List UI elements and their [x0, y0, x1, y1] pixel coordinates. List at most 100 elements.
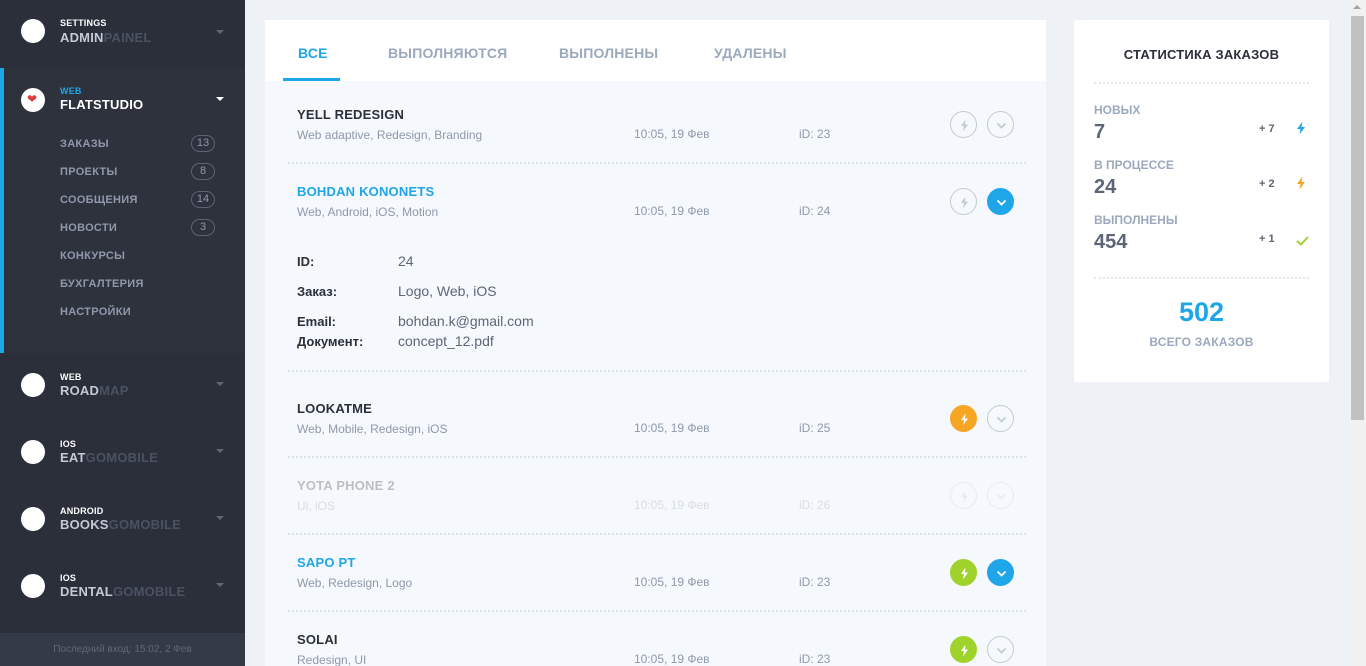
stat-in-progress-label: В ПРОЦЕССЕ — [1094, 158, 1174, 172]
tab-all[interactable]: ВСЕ — [298, 45, 328, 61]
tabs-bar: ВСЕ ВЫПОЛНЯЮТСЯ ВЫПОЛНЕНЫ УДАЛЕНЫ — [265, 20, 1046, 81]
project-name: EATGOMOBILE — [60, 450, 159, 465]
chevron-down-icon[interactable] — [987, 636, 1014, 663]
sidebar-item-orders[interactable]: ЗАКАЗЫ — [60, 138, 109, 150]
stats-divider — [1094, 82, 1309, 84]
project-name: ROADMAP — [60, 383, 129, 398]
project-avatar — [21, 19, 45, 43]
sidebar-item-contests[interactable]: КОНКУРСЫ — [60, 250, 125, 262]
chevron-down-icon[interactable] — [987, 405, 1014, 432]
stat-new-label: НОВЫХ — [1094, 103, 1141, 117]
order-title: YOTA PHONE 2 — [297, 478, 395, 493]
stat-in-progress-delta: + 2 — [1259, 178, 1275, 190]
order-tags: Redesign, UI — [297, 653, 367, 666]
stat-new-value: 7 — [1094, 121, 1106, 143]
order-time: 10:05, 19 Фев — [634, 204, 710, 218]
news-count-badge: 3 — [191, 219, 215, 236]
chevron-down-icon[interactable] — [987, 188, 1014, 215]
detail-id-value: 24 — [398, 253, 414, 269]
chevron-down-icon — [216, 97, 224, 101]
sidebar-item-projects[interactable]: ПРОЕКТЫ — [60, 166, 118, 178]
sidebar-item-news[interactable]: НОВОСТИ — [60, 222, 117, 234]
order-tags: Web, Mobile, Redesign, iOS — [297, 422, 448, 436]
order-id: iD: 23 — [799, 652, 831, 666]
sidebar-item-accounting[interactable]: БУХГАЛТЕРИЯ — [60, 278, 144, 290]
row-divider — [288, 456, 1026, 458]
project-eatgomobile[interactable]: IOS EATGOMOBILE — [0, 433, 245, 473]
stat-completed-delta: + 1 — [1259, 233, 1275, 245]
order-title: LOOKATME — [297, 401, 373, 416]
bolt-icon — [1296, 176, 1306, 195]
chevron-down-icon[interactable] — [987, 559, 1014, 586]
tab-deleted[interactable]: УДАЛЕНЫ — [714, 45, 787, 61]
project-booksgomobile[interactable]: ANDROID BOOKSGOMOBILE — [0, 500, 245, 540]
order-tags: Web, Redesign, Logo — [297, 576, 413, 590]
order-time: 10:05, 19 Фев — [634, 421, 710, 435]
stat-completed-label: ВЫПОЛНЕНЫ — [1094, 213, 1178, 227]
project-admin-painel[interactable]: SETTINGS ADMINPAINEL — [0, 14, 245, 54]
bolt-icon[interactable] — [950, 559, 977, 586]
row-divider — [288, 370, 1026, 372]
chevron-down-icon — [216, 583, 224, 587]
scroll-up-arrow-icon[interactable] — [1353, 5, 1361, 9]
project-avatar — [21, 507, 45, 531]
project-name: ADMINPAINEL — [60, 30, 152, 45]
sidebar-item-messages[interactable]: СООБЩЕНИЯ — [60, 194, 138, 206]
total-orders-value: 502 — [1178, 297, 1225, 327]
messages-count-badge: 14 — [191, 191, 215, 208]
chevron-down-icon[interactable] — [987, 482, 1014, 509]
orders-count-badge: 13 — [191, 135, 215, 152]
project-name: FLATSTUDIO — [60, 97, 144, 112]
stats-divider — [1094, 277, 1309, 279]
order-id: iD: 24 — [799, 204, 831, 218]
stat-new-delta: + 7 — [1259, 123, 1275, 135]
project-avatar — [21, 373, 45, 397]
project-category: IOS — [60, 439, 77, 449]
heart-icon: ❤ — [27, 92, 38, 106]
order-stats-card: СТАТИСТИКА ЗАКАЗОВ НОВЫХ 7 + 7 В ПРОЦЕСС… — [1074, 20, 1329, 382]
bolt-icon[interactable] — [950, 111, 977, 138]
chevron-down-icon[interactable] — [987, 111, 1014, 138]
order-time: 10:05, 19 Фев — [634, 498, 710, 512]
project-category: SETTINGS — [60, 18, 107, 28]
scrollbar-thumb[interactable] — [1351, 16, 1364, 420]
detail-email-label: Email: — [297, 314, 337, 329]
detail-email-value[interactable]: bohdan.k@gmail.com — [398, 313, 534, 329]
bolt-icon[interactable] — [950, 405, 977, 432]
project-roadmap[interactable]: WEB ROADMAP — [0, 366, 245, 406]
project-dentalgomobile[interactable]: IOS DENTALGOMOBILE — [0, 567, 245, 607]
bolt-icon[interactable] — [950, 482, 977, 509]
stat-in-progress-value: 24 — [1094, 176, 1117, 198]
page-scrollbar[interactable] — [1349, 0, 1366, 666]
bolt-icon[interactable] — [950, 636, 977, 663]
order-id: iD: 25 — [799, 421, 831, 435]
order-time: 10:05, 19 Фев — [634, 127, 710, 141]
order-time: 10:05, 19 Фев — [634, 652, 710, 666]
detail-document-value[interactable]: concept_12.pdf — [398, 333, 494, 349]
order-tags: Web adaptive, Redesign, Branding — [297, 128, 483, 142]
sidebar: SETTINGS ADMINPAINEL WEB FLATSTUDIO ❤ ЗА… — [0, 0, 245, 666]
sidebar-item-settings[interactable]: НАСТРОЙКИ — [60, 306, 131, 318]
check-icon — [1296, 233, 1309, 251]
tab-in-progress[interactable]: ВЫПОЛНЯЮТСЯ — [388, 45, 507, 61]
order-id: iD: 26 — [799, 498, 831, 512]
row-divider — [288, 162, 1026, 164]
order-tags: Ui, iOS — [297, 499, 336, 513]
bolt-icon[interactable] — [950, 188, 977, 215]
order-title: YELL REDESIGN — [297, 107, 405, 122]
orders-panel: ВСЕ ВЫПОЛНЯЮТСЯ ВЫПОЛНЕНЫ УДАЛЕНЫ YELL R… — [265, 20, 1046, 666]
tab-completed[interactable]: ВЫПОЛНЕНЫ — [559, 45, 658, 61]
project-category: IOS — [60, 573, 77, 583]
project-name: DENTALGOMOBILE — [60, 584, 186, 599]
active-tab-underline — [283, 78, 340, 81]
order-time: 10:05, 19 Фев — [634, 575, 710, 589]
row-divider — [288, 533, 1026, 535]
project-category: ANDROID — [60, 506, 104, 516]
projects-count-badge: 8 — [191, 163, 215, 180]
project-name: BOOKSGOMOBILE — [60, 517, 182, 532]
order-title: BOHDAN KONONETS — [297, 184, 435, 199]
stat-completed-value: 454 — [1094, 231, 1128, 253]
chevron-down-icon — [216, 30, 224, 34]
chevron-down-icon — [216, 382, 224, 386]
order-tags: Web, Android, iOS, Motion — [297, 205, 439, 219]
